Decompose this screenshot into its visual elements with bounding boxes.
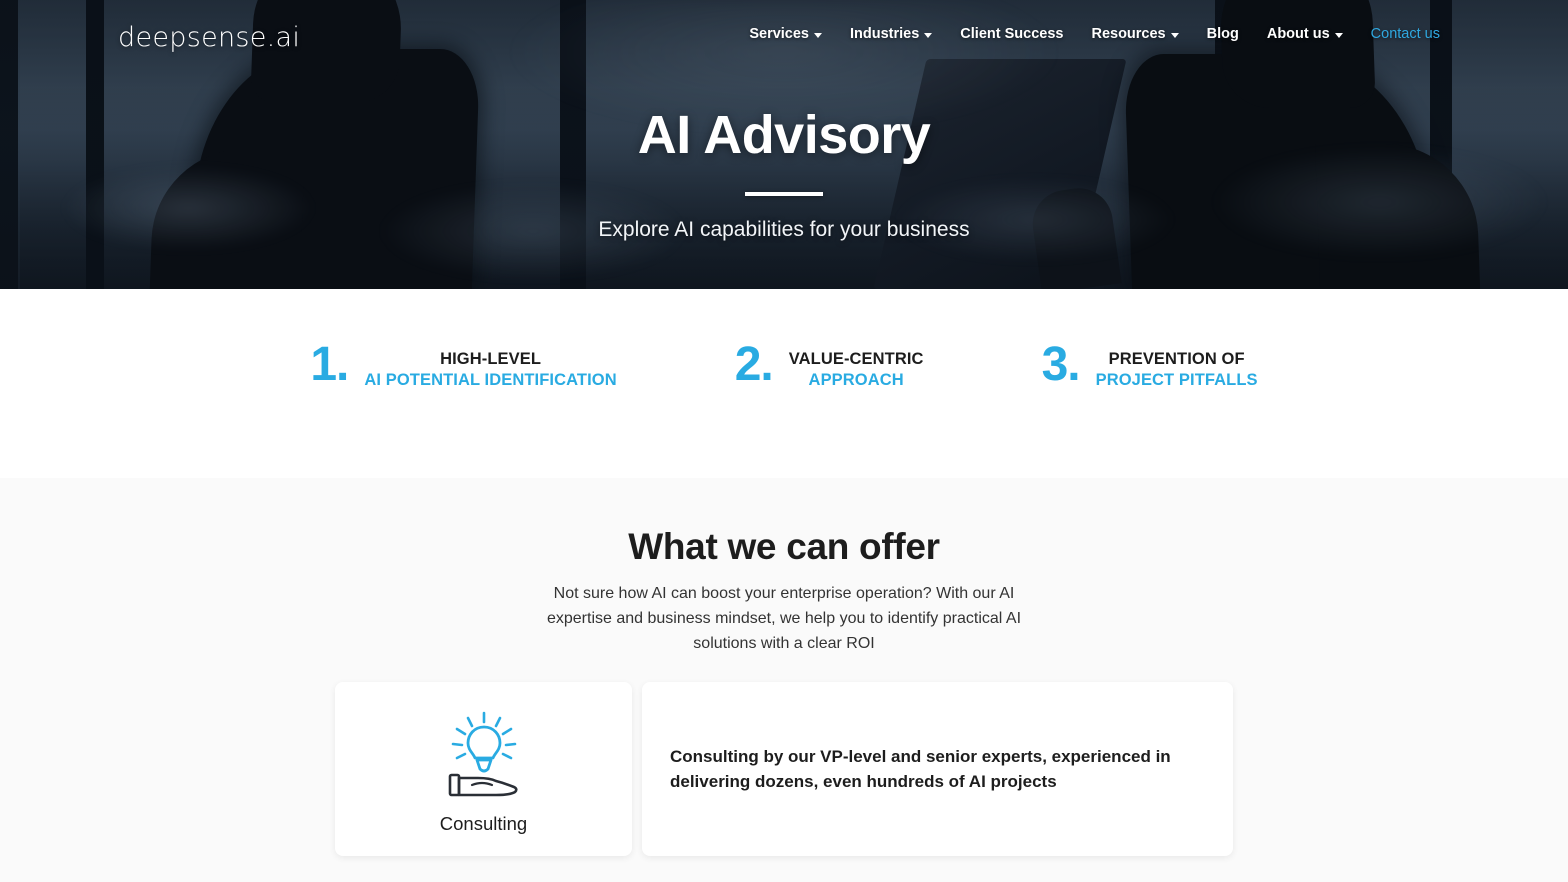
- key-point-1: 1. HIGH-LEVEL AI POTENTIAL IDENTIFICATIO…: [310, 338, 617, 391]
- site-header: deepsense.ai Services Industries Client …: [0, 0, 1568, 72]
- nav-label: Services: [749, 26, 809, 42]
- offer-cards: Consulting Consulting by our VP-level an…: [335, 682, 1233, 882]
- section-subtitle: Not sure how AI can boost your enterpris…: [546, 585, 1022, 652]
- key-point-line-1: PREVENTION OF: [1108, 350, 1245, 368]
- key-point-number: 2.: [734, 338, 774, 391]
- key-point-line-2: AI POTENTIAL IDENTIFICATION: [364, 370, 617, 389]
- lightbulb-on-hand-icon: [438, 707, 530, 799]
- key-point-line-1: VALUE-CENTRIC: [788, 350, 924, 368]
- hero-section: deepsense.ai Services Industries Client …: [0, 0, 1568, 289]
- key-point-line-1: HIGH-LEVEL: [440, 350, 541, 368]
- offer-card-icon-label: Consulting: [439, 813, 528, 835]
- offer-card-row-1: Consulting Consulting by our VP-level an…: [335, 682, 1233, 857]
- hero-subtitle: Explore AI capabilities for your busines…: [598, 218, 970, 242]
- chevron-down-icon: [924, 32, 933, 38]
- key-point-3: 3. PREVENTION OF PROJECT PITFALLS: [1041, 338, 1258, 391]
- key-point-number: 1.: [310, 338, 349, 391]
- chevron-down-icon: [814, 32, 822, 38]
- key-points-section: 1. HIGH-LEVEL AI POTENTIAL IDENTIFICATIO…: [0, 289, 1568, 478]
- nav-item-client-success[interactable]: Client Success: [960, 26, 1063, 42]
- chevron-down-icon: [1334, 32, 1343, 38]
- nav-item-resources[interactable]: Resources: [1091, 26, 1179, 42]
- title-divider: [745, 192, 823, 197]
- nav-item-services[interactable]: Services: [749, 26, 822, 42]
- key-point-line-2: PROJECT PITFALLS: [1095, 370, 1258, 389]
- nav-label: Industries: [850, 26, 920, 42]
- offer-card-text-consulting: Consulting by our VP-level and senior ex…: [642, 682, 1233, 857]
- key-point-line-2: APPROACH: [808, 370, 904, 389]
- section-title: What we can offer: [628, 526, 940, 567]
- main-navigation: Services Industries Client Success Resou…: [749, 26, 1440, 42]
- nav-item-contact-us[interactable]: Contact us: [1371, 26, 1440, 42]
- key-point-number: 3.: [1041, 338, 1081, 391]
- nav-label: Contact us: [1370, 26, 1440, 42]
- chevron-down-icon: [1170, 32, 1179, 38]
- nav-label: Resources: [1091, 26, 1166, 42]
- offer-card-icon-consulting[interactable]: Consulting: [335, 682, 632, 857]
- nav-label: Blog: [1206, 26, 1239, 42]
- page-title: AI Advisory: [637, 105, 931, 165]
- offer-card-text: Consulting by our VP-level and senior ex…: [670, 746, 1171, 792]
- nav-item-industries[interactable]: Industries: [850, 26, 933, 42]
- nav-item-about-us[interactable]: About us: [1267, 26, 1343, 42]
- site-logo[interactable]: deepsense.ai: [118, 22, 300, 53]
- key-point-2: 2. VALUE-CENTRIC APPROACH: [734, 338, 924, 391]
- hero-content: AI Advisory Explore AI capabilities for …: [0, 104, 1568, 242]
- nav-item-blog[interactable]: Blog: [1207, 26, 1239, 42]
- nav-label: Client Success: [960, 26, 1064, 42]
- nav-label: About us: [1266, 26, 1330, 42]
- offer-section: What we can offer Not sure how AI can bo…: [0, 478, 1568, 882]
